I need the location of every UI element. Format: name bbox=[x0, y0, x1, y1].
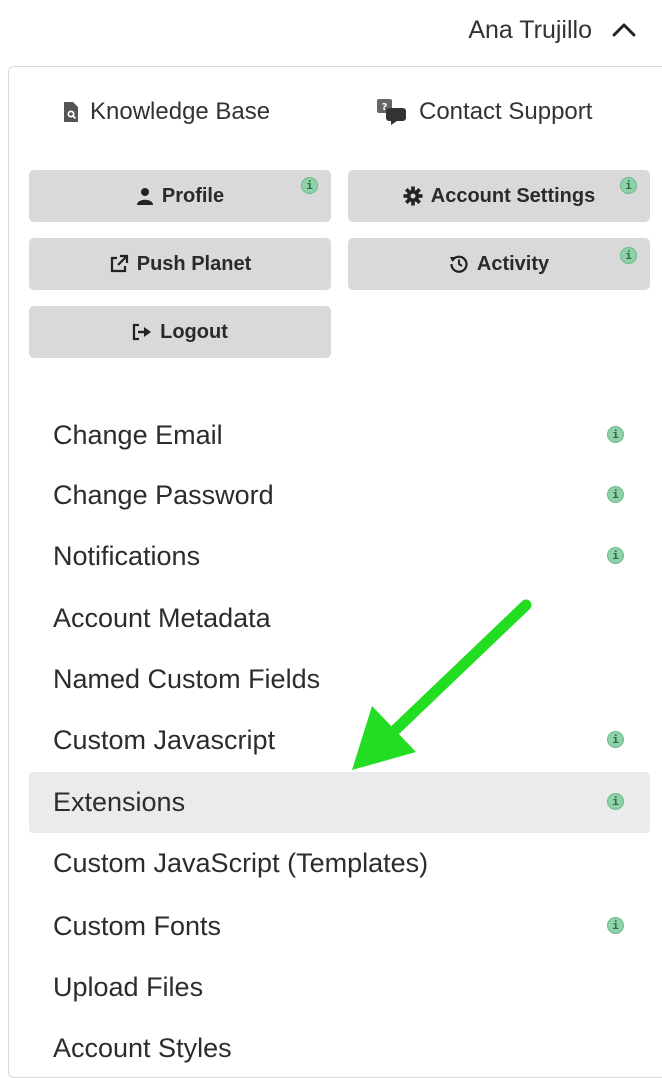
menu-item-label: Extensions bbox=[53, 787, 186, 817]
menu-item-change-password[interactable]: Change Password i bbox=[29, 465, 650, 525]
menu-item-change-email[interactable]: Change Email i bbox=[29, 405, 650, 465]
menu-item-label: Account Metadata bbox=[53, 602, 271, 633]
account-settings-button[interactable]: Account Settings bbox=[348, 170, 650, 222]
menu-item-label: Custom Javascript bbox=[53, 724, 276, 755]
info-icon[interactable]: i bbox=[607, 793, 624, 810]
info-icon[interactable]: i bbox=[607, 547, 624, 564]
info-icon[interactable]: i bbox=[620, 177, 637, 194]
menu-item-notifications[interactable]: Notifications i bbox=[29, 526, 650, 586]
activity-label: Activity bbox=[476, 252, 550, 275]
menu-item-label: Upload Files bbox=[53, 971, 204, 1002]
menu-item-label: Change Password bbox=[53, 479, 274, 510]
search-document-icon bbox=[64, 102, 78, 122]
info-icon[interactable]: i bbox=[607, 917, 624, 934]
push-planet-button[interactable]: Push Planet bbox=[29, 238, 331, 290]
menu-item-account-styles[interactable]: Account Styles bbox=[29, 1018, 650, 1078]
menu-item-label: Named Custom Fields bbox=[53, 663, 321, 694]
profile-label: Profile bbox=[161, 184, 225, 207]
external-link-icon bbox=[110, 254, 128, 273]
info-icon[interactable]: i bbox=[607, 486, 624, 503]
knowledge-base-link[interactable]: Knowledge Base bbox=[62, 95, 270, 129]
contact-support-link[interactable]: ? Contact Support bbox=[375, 95, 592, 129]
user-name[interactable]: Ana Trujillo bbox=[468, 16, 592, 45]
menu-item-label: Custom Fonts bbox=[53, 910, 222, 941]
menu-item-label: Notifications bbox=[53, 540, 201, 571]
info-icon[interactable]: i bbox=[607, 731, 624, 748]
gear-icon bbox=[403, 186, 423, 206]
menu-item-upload-files[interactable]: Upload Files bbox=[29, 957, 650, 1017]
menu-item-extensions[interactable]: Extensions i bbox=[29, 772, 650, 833]
info-icon[interactable]: i bbox=[301, 177, 318, 194]
menu-item-named-custom-fields[interactable]: Named Custom Fields bbox=[29, 649, 650, 709]
contact-support-label: Contact Support bbox=[419, 98, 593, 125]
menu-item-label: Change Email bbox=[53, 419, 223, 450]
history-icon bbox=[449, 255, 468, 273]
account-settings-label: Account Settings bbox=[430, 184, 596, 207]
menu-item-account-metadata[interactable]: Account Metadata bbox=[29, 588, 650, 648]
menu-item-label: Custom JavaScript (Templates) bbox=[53, 847, 429, 878]
logout-button[interactable]: Logout bbox=[29, 306, 331, 358]
support-chat-icon: ? bbox=[377, 99, 406, 125]
push-planet-label: Push Planet bbox=[136, 252, 252, 275]
user-menu-header[interactable]: Ana Trujillo bbox=[0, 0, 662, 62]
menu-item-custom-javascript-templates[interactable]: Custom JavaScript (Templates) bbox=[29, 833, 650, 893]
menu-item-custom-javascript[interactable]: Custom Javascript i bbox=[29, 710, 650, 770]
info-icon[interactable]: i bbox=[620, 247, 637, 264]
logout-label: Logout bbox=[160, 320, 228, 343]
info-icon[interactable]: i bbox=[607, 426, 624, 443]
activity-button[interactable]: Activity bbox=[348, 238, 650, 290]
menu-item-custom-fonts[interactable]: Custom Fonts i bbox=[29, 896, 650, 956]
knowledge-base-label: Knowledge Base bbox=[90, 98, 271, 125]
user-icon bbox=[136, 188, 153, 205]
chevron-up-icon[interactable] bbox=[610, 16, 638, 44]
profile-button[interactable]: Profile bbox=[29, 170, 331, 222]
logout-icon bbox=[133, 323, 152, 341]
